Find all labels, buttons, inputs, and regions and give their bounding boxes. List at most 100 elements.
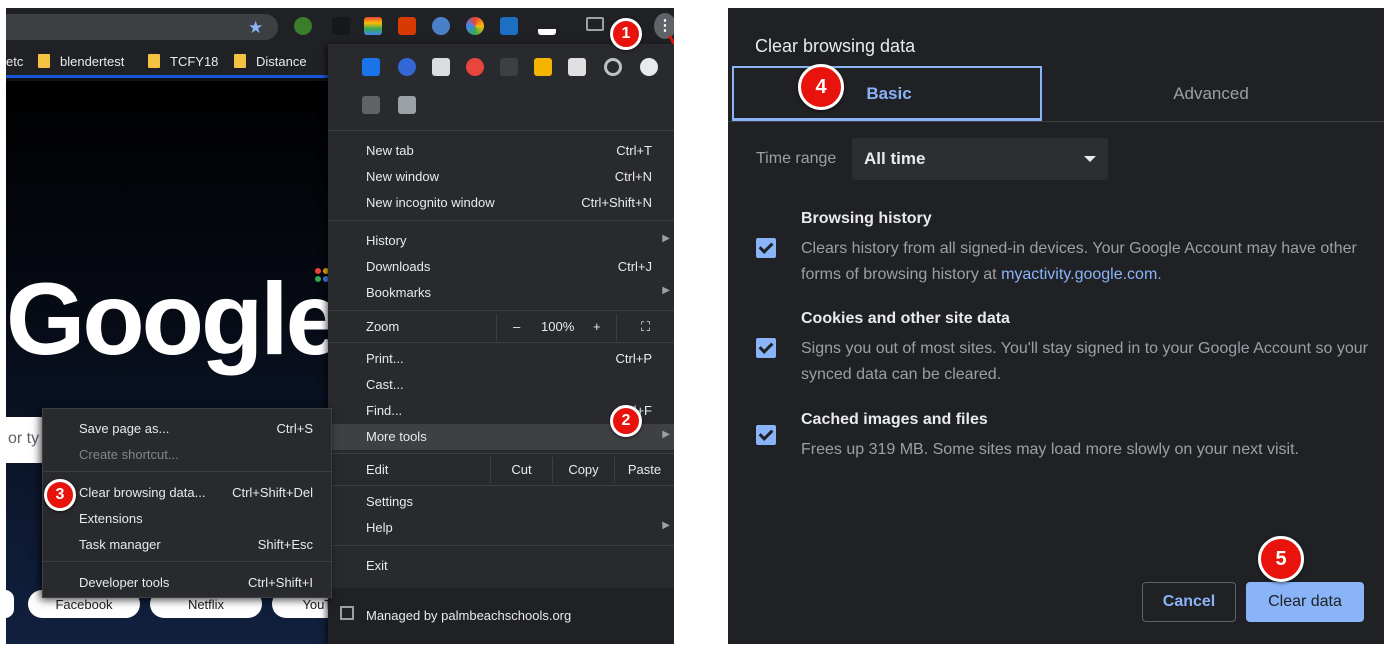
extension-icon[interactable] [432, 17, 450, 35]
extension-icon[interactable] [604, 58, 622, 76]
browsing-history-checkbox[interactable] [756, 238, 776, 258]
menu-divider [328, 453, 674, 454]
menu-item-edit: Edit Cut Copy Paste [328, 457, 674, 483]
menu-item-zoom: Zoom – 100% + ⛶ [328, 314, 674, 340]
dialog-title: Clear browsing data [755, 36, 916, 56]
zoom-level: 100% [541, 319, 575, 334]
extension-icon[interactable] [432, 58, 450, 76]
submenu-arrow-icon: ▶ [662, 285, 670, 296]
time-range-select[interactable]: All time [852, 138, 1108, 180]
menu-divider [328, 310, 674, 311]
clear-data-button[interactable]: Clear data [1246, 582, 1364, 622]
step-badge-4: 4 [798, 64, 844, 110]
menu-item-help[interactable]: Help ▶ [328, 515, 674, 541]
extension-icon[interactable] [398, 58, 416, 76]
cache-checkbox[interactable] [756, 425, 776, 445]
menu-divider [328, 545, 674, 546]
menu-item-task-manager[interactable]: Task manager Shift+Esc [43, 531, 331, 557]
folder-icon [38, 54, 50, 68]
menu-extensions-row [328, 90, 674, 120]
menu-item-downloads[interactable]: Downloads Ctrl+J [328, 254, 674, 280]
fullscreen-button[interactable]: ⛶ [616, 314, 674, 340]
menu-item-exit[interactable]: Exit [328, 553, 674, 579]
menu-item-print[interactable]: Print... Ctrl+P [328, 346, 674, 372]
menu-divider [43, 561, 331, 562]
shortcut-tile[interactable] [6, 590, 14, 618]
bookmark-item[interactable]: TCFY18 [148, 54, 218, 69]
tab-advanced[interactable]: Advanced [1056, 66, 1366, 121]
bookmark-item[interactable]: Distance [234, 54, 307, 69]
step-badge-5: 5 [1258, 536, 1304, 582]
cookies-desc: Signs you out of most sites. You'll stay… [801, 340, 1368, 383]
cut-button[interactable]: Cut [490, 457, 552, 483]
menu-item-settings[interactable]: Settings [328, 489, 674, 515]
copy-button[interactable]: Copy [552, 457, 614, 483]
dropdown-arrow-icon [1084, 156, 1096, 162]
menu-divider [328, 220, 674, 221]
menu-item-cast[interactable]: Cast... [328, 372, 674, 398]
extension-icon[interactable] [364, 17, 382, 35]
chrome-window: ★ ⋮ etc blendertest TCFY18 Distance Goog… [6, 8, 674, 644]
cancel-button[interactable]: Cancel [1142, 582, 1236, 622]
menu-item-extensions[interactable]: Extensions [43, 505, 331, 531]
menu-item-clear-browsing-data[interactable]: Clear browsing data... Ctrl+Shift+Del [43, 479, 331, 505]
paste-button[interactable]: Paste [614, 457, 674, 483]
menu-divider [328, 485, 674, 486]
menu-item-save-page[interactable]: Save page as... Ctrl+S [43, 415, 331, 441]
menu-item-new-incognito[interactable]: New incognito window Ctrl+Shift+N [328, 190, 674, 216]
folder-icon [234, 54, 246, 68]
extension-icon[interactable] [640, 58, 658, 76]
time-range-label: Time range [756, 150, 837, 167]
myactivity-link[interactable]: myactivity.google.com [1001, 266, 1157, 283]
menu-item-create-shortcut: Create shortcut... [79, 447, 179, 462]
menu-item-developer-tools[interactable]: Developer tools Ctrl+Shift+I [43, 569, 331, 595]
extension-icon[interactable] [466, 17, 484, 35]
menu-divider [328, 130, 674, 131]
building-icon [340, 606, 354, 620]
zoom-controls: – 100% + [496, 314, 614, 340]
extension-icon[interactable] [362, 58, 380, 76]
clear-browsing-data-dialog: Clear browsing data Basic Advanced Time … [728, 8, 1384, 644]
cache-desc: Frees up 319 MB. Some sites may load mor… [801, 441, 1299, 458]
pen-extension-icon[interactable] [538, 17, 556, 35]
menu-item-new-window[interactable]: New window Ctrl+N [328, 164, 674, 190]
extension-icon[interactable] [332, 17, 350, 35]
google-logo: Google [6, 262, 342, 376]
office-icon[interactable] [398, 17, 416, 35]
cast-icon[interactable] [586, 17, 604, 31]
menu-item-history[interactable]: History ▶ [328, 228, 674, 254]
extension-icon[interactable] [294, 17, 312, 35]
bookmark-item[interactable]: blendertest [38, 54, 124, 69]
fullscreen-icon: ⛶ [640, 319, 651, 334]
more-tools-submenu: Save page as... Ctrl+S Create shortcut...… [42, 408, 332, 598]
thumbs-up-icon[interactable] [534, 58, 552, 76]
menu-item-new-tab[interactable]: New tab Ctrl+T [328, 138, 674, 164]
bookmark-star-icon[interactable]: ★ [248, 18, 263, 38]
cookies-checkbox[interactable] [756, 338, 776, 358]
bookmark-item[interactable]: etc [6, 54, 23, 69]
extension-icon[interactable] [500, 17, 518, 35]
submenu-arrow-icon: ▶ [662, 429, 670, 440]
menu-extensions-row [328, 52, 674, 82]
menu-divider [328, 342, 674, 343]
chrome-main-menu: New tab Ctrl+T New window Ctrl+N New incog… [328, 44, 674, 644]
submenu-arrow-icon: ▶ [662, 520, 670, 531]
extension-icon[interactable] [568, 58, 586, 76]
extension-icon[interactable] [466, 58, 484, 76]
extension-icon[interactable] [398, 96, 416, 114]
tab-basic[interactable]: Basic [732, 66, 1042, 121]
submenu-arrow-icon: ▶ [662, 233, 670, 244]
step-badge-2: 2 [610, 405, 642, 437]
menu-divider [43, 471, 331, 472]
folder-icon [148, 54, 160, 68]
managed-by-notice[interactable]: Managed by palmbeachschools.org [328, 588, 674, 644]
browser-toolbar: ★ ⋮ [6, 8, 674, 57]
step-badge-1: 1 [610, 18, 642, 50]
extension-icon[interactable] [500, 58, 518, 76]
address-bar[interactable]: ★ [6, 14, 278, 40]
extension-icon[interactable] [362, 96, 380, 114]
zoom-in-button[interactable]: + [593, 319, 601, 334]
step-badge-3: 3 [44, 479, 76, 511]
menu-item-bookmarks[interactable]: Bookmarks ▶ [328, 280, 674, 306]
zoom-out-button[interactable]: – [513, 319, 520, 334]
